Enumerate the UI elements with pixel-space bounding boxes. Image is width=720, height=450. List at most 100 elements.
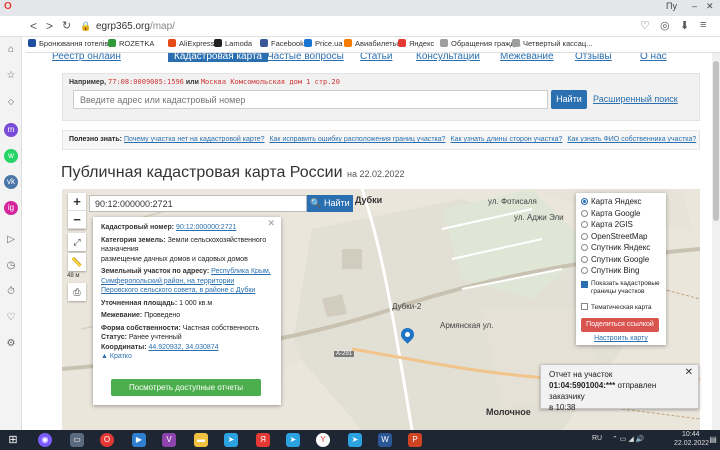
bookmark-item[interactable]: Яндекс	[398, 39, 434, 48]
bookmark-item[interactable]: Обращения гражд...	[440, 39, 521, 48]
nav-item[interactable]: О нас	[640, 53, 667, 62]
clock-date[interactable]: 22.02.2022	[674, 440, 709, 447]
print-icon[interactable]: ⎙	[68, 283, 86, 301]
url-field[interactable]: egrp365.org/map/	[96, 21, 175, 32]
layer-option[interactable]: Спутник Bing	[581, 266, 661, 278]
yandex-icon[interactable]: Я	[256, 433, 270, 447]
search-input[interactable]	[73, 90, 548, 109]
scrollbar-thumb[interactable]	[713, 61, 719, 221]
view-reports-button[interactable]: Посмотреть доступные отчеты	[111, 379, 261, 396]
bookmark-item[interactable]: Facebook	[260, 39, 304, 48]
nav-item[interactable]: Частые вопросы	[267, 53, 344, 62]
windows-start-icon[interactable]: ⊞	[6, 433, 20, 447]
nav-item[interactable]: Реестр онлайн	[52, 53, 121, 62]
reload-icon[interactable]: ↻	[62, 19, 71, 32]
bookmark-item[interactable]: Price.ua	[304, 39, 343, 48]
layer-radio[interactable]	[581, 267, 588, 274]
forward-icon[interactable]: >	[46, 19, 53, 33]
layer-option[interactable]: Спутник Яндекс	[581, 243, 661, 255]
nav-item[interactable]: Отзывы	[575, 53, 612, 62]
app-icon[interactable]: ▶	[132, 433, 146, 447]
folder-icon[interactable]: ▬	[194, 433, 208, 447]
bookmark-item[interactable]: Четвертый кассац...	[512, 39, 592, 48]
bookmark-item[interactable]: Авиабилеты	[344, 39, 398, 48]
bookmark-item[interactable]: AliExpress	[168, 39, 214, 48]
search-button[interactable]: Найти	[551, 90, 587, 109]
history-icon[interactable]: ◷	[4, 259, 18, 273]
whatsapp-icon[interactable]: w	[4, 149, 18, 163]
tab-title[interactable]: Пу	[666, 1, 677, 11]
fullscreen-icon[interactable]: ⤢	[68, 233, 86, 251]
heart-icon[interactable]: ♡	[4, 311, 18, 325]
clock-icon[interactable]: ⏱	[4, 285, 18, 299]
telegram-icon[interactable]: ➤	[348, 433, 362, 447]
telegram-icon[interactable]: ➤	[224, 433, 238, 447]
word-icon[interactable]: W	[378, 433, 392, 447]
info-question-link[interactable]: Как узнать длины сторон участка?	[451, 136, 563, 143]
zoom-out-button[interactable]: −	[68, 211, 86, 229]
telegram-icon[interactable]: ➤	[286, 433, 300, 447]
powerpoint-icon[interactable]: P	[408, 433, 422, 447]
tray-icons[interactable]: ⌃ ▭ ◢ 🔊	[612, 435, 644, 443]
layer-option[interactable]: Карта 2GIS	[581, 220, 661, 232]
opera-taskbar-icon[interactable]: O	[100, 433, 114, 447]
vk-icon[interactable]: vk	[4, 175, 18, 189]
messenger-icon[interactable]: m	[4, 123, 18, 137]
layer-option[interactable]: Спутник Google	[581, 255, 661, 267]
layer-option[interactable]: OpenStreetMap	[581, 232, 661, 244]
settings-icon[interactable]: ⚙	[4, 337, 18, 351]
cad-number-link[interactable]: 90:12:000000:2721	[176, 224, 236, 231]
card-close-icon[interactable]: ✕	[267, 218, 275, 229]
instagram-icon[interactable]: ig	[4, 201, 18, 215]
zoom-in-button[interactable]: +	[68, 193, 86, 211]
clock-time[interactable]: 10:44	[682, 431, 700, 438]
layer-radio[interactable]	[581, 255, 588, 263]
nav-item[interactable]: Статьи	[360, 53, 392, 62]
nav-item[interactable]: Межевание	[500, 53, 554, 62]
viber-icon[interactable]: V	[162, 433, 176, 447]
ruler-icon[interactable]: 📏	[68, 253, 86, 271]
layer-radio[interactable]	[581, 244, 588, 251]
extensions-icon[interactable]: ◇	[4, 95, 18, 109]
taskview-icon[interactable]: ▭	[70, 433, 84, 447]
home-icon[interactable]: ⌂	[4, 43, 18, 57]
info-question-link[interactable]: Как исправить ошибку расположения границ…	[269, 136, 445, 143]
player-icon[interactable]: ▷	[4, 233, 18, 247]
configure-map-link[interactable]: Настроить карту	[581, 335, 661, 342]
brief-toggle[interactable]: ▲ Кратко	[101, 352, 273, 362]
coords-link[interactable]: 44.920932, 34.030874	[148, 344, 218, 351]
bookmark-item[interactable]: ROZETKA	[108, 39, 154, 48]
layer-option[interactable]: Карта Google	[581, 209, 661, 221]
layer-radio[interactable]	[581, 221, 588, 228]
camera-icon[interactable]: ◎	[660, 19, 670, 32]
bookmark-item[interactable]: Бронювання готелів	[28, 39, 108, 48]
yandex-browser-icon[interactable]: Y	[316, 433, 330, 447]
layer-radio[interactable]	[581, 198, 588, 205]
download-icon[interactable]: ⬇	[680, 19, 689, 32]
nav-item[interactable]: Консультации	[416, 53, 480, 62]
window-minimize-icon[interactable]: –	[692, 1, 697, 11]
language-indicator[interactable]: RU	[592, 435, 602, 442]
notification-close-icon[interactable]: ✕	[685, 367, 693, 378]
map-search-input[interactable]	[89, 195, 307, 212]
advanced-search-link[interactable]: Расширенный поиск	[593, 94, 678, 104]
notifications-icon[interactable]: ▤	[706, 433, 720, 447]
menu-icon[interactable]: ≡	[700, 19, 706, 31]
thematic-checkbox[interactable]	[581, 302, 588, 310]
alice-icon[interactable]: ◉	[38, 433, 52, 447]
info-question-link[interactable]: Как узнать ФИО собственника участка?	[567, 136, 696, 143]
layer-radio[interactable]	[581, 232, 588, 240]
star-icon[interactable]: ☆	[4, 69, 18, 83]
nav-item[interactable]: Кадастровая карта	[168, 53, 268, 62]
back-icon[interactable]: <	[30, 19, 37, 33]
map-search-button[interactable]: 🔍 Найти	[307, 195, 353, 212]
borders-checkbox-row[interactable]: Показать кадастровые границы участков	[581, 280, 661, 300]
share-link-button[interactable]: Поделиться ссылкой	[581, 318, 659, 332]
bookmark-item[interactable]: Lamoda	[214, 39, 252, 48]
browser-logo-icon[interactable]: O	[4, 1, 12, 12]
thematic-checkbox-row[interactable]: Тематическая карта	[581, 302, 661, 314]
page-scrollbar[interactable]	[712, 53, 720, 430]
info-question-link[interactable]: Почему участка нет на кадастровой карте?	[124, 136, 265, 143]
window-close-icon[interactable]: ✕	[706, 1, 714, 12]
layer-radio[interactable]	[581, 209, 588, 217]
